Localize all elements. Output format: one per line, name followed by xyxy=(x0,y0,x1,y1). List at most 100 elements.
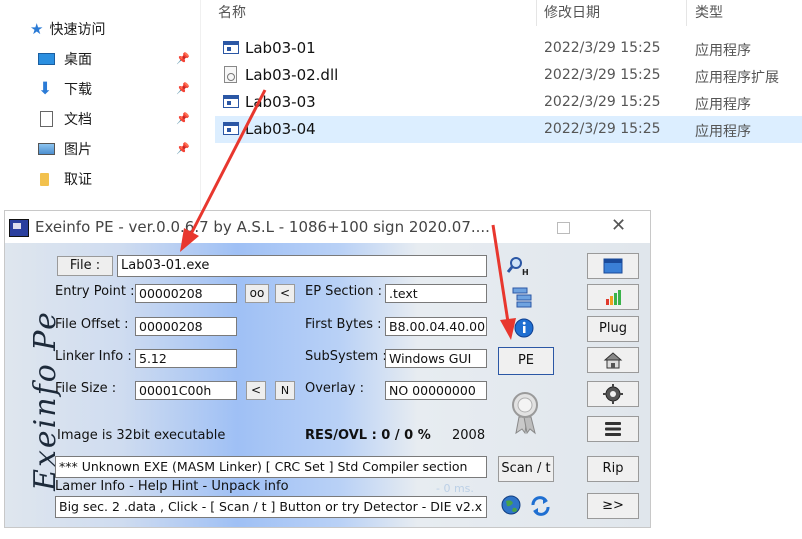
file-size-field[interactable]: 00001C00h xyxy=(135,381,237,400)
entry-point-field[interactable]: 00000208 xyxy=(135,284,237,303)
file-row[interactable]: Lab03-03 2022/3/29 15:25 应用程序 xyxy=(215,89,802,116)
scan-button[interactable]: Scan / t xyxy=(498,456,554,482)
file-row-selected[interactable]: Lab03-04 2022/3/29 15:25 应用程序 xyxy=(215,116,802,143)
pin-icon[interactable]: 📌 xyxy=(176,82,190,95)
nav-item-forensics[interactable]: 取证 xyxy=(38,168,92,190)
title-bar[interactable]: Exeinfo PE - ver.0.0.6.7 by A.S.L - 1086… xyxy=(5,211,650,243)
window-title: Exeinfo PE - ver.0.0.6.7 by A.S.L - 1086… xyxy=(35,218,490,236)
dll-icon xyxy=(224,66,237,83)
nav-label: 取证 xyxy=(64,172,92,188)
home-icon xyxy=(603,352,623,369)
file-path-field[interactable]: Lab03-01.exe xyxy=(117,255,487,277)
first-bytes-label: First Bytes : xyxy=(305,317,382,332)
file-offset-label: File Offset : xyxy=(55,317,129,332)
close-icon[interactable]: ✕ xyxy=(611,215,626,236)
file-type: 应用程序 xyxy=(695,43,751,59)
file-offset-field[interactable]: 00000208 xyxy=(135,317,237,336)
pin-icon[interactable]: 📌 xyxy=(176,142,190,155)
linker-info-label: Linker Info : xyxy=(55,349,132,364)
desktop-icon xyxy=(38,51,56,67)
file-size-label: File Size : xyxy=(55,381,117,396)
res-ovl-text: RES/OVL : 0 / 0 % xyxy=(305,428,431,443)
menu-button[interactable] xyxy=(587,416,639,442)
nav-label: 下载 xyxy=(64,82,92,98)
size-prev-button[interactable]: < xyxy=(246,381,266,400)
column-separator[interactable] xyxy=(536,0,537,26)
maximize-icon[interactable] xyxy=(557,222,570,234)
nav-item-downloads[interactable]: ⬇ 下载 xyxy=(38,78,92,100)
sections-icon[interactable] xyxy=(510,285,536,311)
prev-button[interactable]: < xyxy=(275,284,295,303)
options-button[interactable] xyxy=(587,381,639,407)
exeinfo-client: Exeinfo Pe File : Lab03-01.exe H Entry P… xyxy=(5,243,650,527)
star-icon: ★ xyxy=(30,20,44,38)
folder-icon xyxy=(38,171,56,187)
column-header-name[interactable]: 名称 xyxy=(218,2,246,22)
globe-icon[interactable] xyxy=(499,493,525,519)
overlay-label: Overlay : xyxy=(305,381,365,396)
column-header-date[interactable]: 修改日期 xyxy=(544,2,600,22)
detection-result-field[interactable]: *** Unknown EXE (MASM Linker) [ CRC Set … xyxy=(55,456,487,478)
file-type: 应用程序扩展 xyxy=(695,70,779,86)
rip-button[interactable]: Rip xyxy=(587,456,639,482)
image-info-text: Image is 32bit executable xyxy=(57,428,226,443)
exe-icon xyxy=(223,95,239,108)
stats-button[interactable] xyxy=(587,284,639,310)
file-date: 2022/3/29 15:25 xyxy=(544,94,661,110)
column-header-type[interactable]: 类型 xyxy=(695,2,723,22)
overlay-field[interactable]: NO 00000000 xyxy=(385,381,487,400)
timing-text: - 0 ms. xyxy=(436,482,474,495)
file-button[interactable]: File : xyxy=(57,256,113,276)
file-type: 应用程序 xyxy=(695,97,751,113)
exeinfo-window: Exeinfo PE - ver.0.0.6.7 by A.S.L - 1086… xyxy=(4,210,651,528)
hint-field[interactable]: Big sec. 2 .data , Click - [ Scan / t ] … xyxy=(55,496,487,518)
file-name: Lab03-03 xyxy=(245,93,316,111)
subsystem-field[interactable]: Windows GUI xyxy=(385,349,487,368)
file-name: Lab03-04 xyxy=(245,120,316,138)
search-icon[interactable]: H xyxy=(505,253,531,279)
file-date: 2022/3/29 15:25 xyxy=(544,121,661,137)
linker-info-field[interactable]: 5.12 xyxy=(135,349,237,368)
home-button[interactable] xyxy=(587,347,639,373)
file-date: 2022/3/29 15:25 xyxy=(544,67,661,83)
pin-icon[interactable]: 📌 xyxy=(176,112,190,125)
file-type: 应用程序 xyxy=(695,124,751,140)
file-name: Lab03-02.dll xyxy=(245,66,339,84)
file-row[interactable]: Lab03-02.dll 2022/3/29 15:25 应用程序扩展 xyxy=(215,62,802,89)
subsystem-label: SubSystem : xyxy=(305,349,387,364)
pe-button[interactable]: PE xyxy=(498,347,554,375)
picture-icon xyxy=(38,141,56,157)
ep-section-label: EP Section : xyxy=(305,284,382,299)
ep-section-field[interactable]: .text xyxy=(385,284,487,303)
nav-item-pictures[interactable]: 图片 xyxy=(38,138,92,160)
lamer-info-text: Lamer Info - Help Hint - Unpack info xyxy=(55,479,289,494)
exe-icon xyxy=(223,122,239,135)
info-icon[interactable] xyxy=(512,316,538,342)
svg-text:H: H xyxy=(522,268,529,277)
document-icon xyxy=(38,111,56,127)
app-icon[interactable] xyxy=(9,219,29,237)
n-button[interactable]: N xyxy=(275,381,295,400)
oo-button[interactable]: oo xyxy=(245,284,269,303)
pane-divider xyxy=(200,0,201,210)
plug-button[interactable]: Plug xyxy=(587,316,639,342)
gear-icon xyxy=(603,384,623,404)
column-separator[interactable] xyxy=(686,0,687,26)
nav-label: 图片 xyxy=(64,142,92,158)
window-icon xyxy=(603,258,623,274)
file-row[interactable]: Lab03-01 2022/3/29 15:25 应用程序 xyxy=(215,35,802,62)
bar-chart-icon xyxy=(606,290,621,305)
nav-label: 快速访问 xyxy=(49,22,106,38)
nav-label: 桌面 xyxy=(64,52,92,68)
pin-icon[interactable]: 📌 xyxy=(176,52,190,65)
nav-item-documents[interactable]: 文档 xyxy=(38,108,92,130)
download-icon: ⬇ xyxy=(38,79,53,99)
exe-icon xyxy=(223,41,239,54)
first-bytes-field[interactable]: B8.00.04.40.00 xyxy=(385,317,487,336)
nav-item-desktop[interactable]: 桌面 xyxy=(38,48,92,70)
open-file-button[interactable] xyxy=(587,253,639,279)
nav-label: 文档 xyxy=(64,112,92,128)
refresh-icon[interactable] xyxy=(528,493,554,519)
next-button[interactable]: ≥> xyxy=(587,493,639,519)
nav-item-quick-access[interactable]: ★ 快速访问 xyxy=(30,18,105,40)
